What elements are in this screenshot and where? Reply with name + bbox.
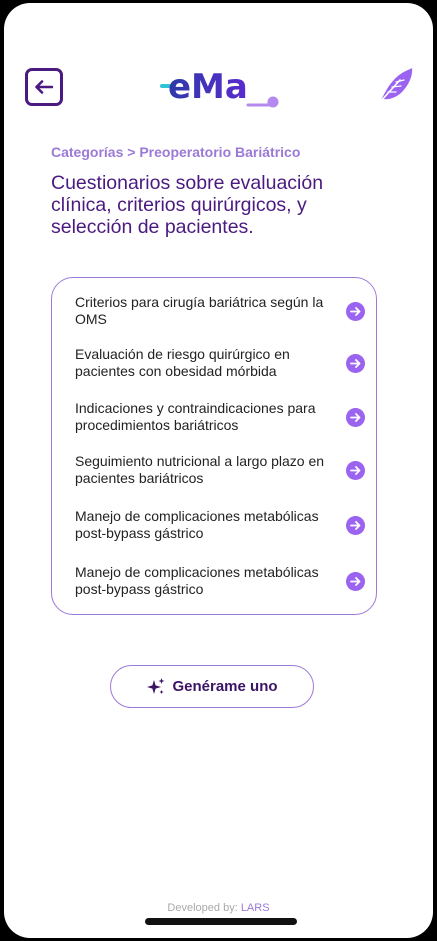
topic-item[interactable]: Evaluación de riesgo quirúrgico en pacie… [75, 343, 365, 383]
page-title: Cuestionarios sobre evaluación clínica, … [51, 172, 324, 238]
generate-button-label: Genérame uno [172, 678, 278, 695]
svg-text:eMa: eMa [168, 67, 248, 107]
back-button[interactable] [25, 68, 63, 106]
feather-icon[interactable] [376, 65, 414, 105]
footer-credit: Developed by: LARS [4, 902, 433, 914]
arrow-right-circle-icon[interactable] [346, 301, 365, 321]
arrow-right-circle-icon[interactable] [346, 571, 365, 591]
breadcrumb: Categorías > Preoperatorio Bariátrico [51, 144, 300, 160]
sparkles-icon [147, 677, 165, 694]
arrow-left-icon [35, 80, 53, 94]
topic-label: Manejo de complicaciones metabólicas pos… [75, 564, 319, 597]
footer-brand[interactable]: LARS [241, 902, 270, 914]
footer-prefix: Developed by: [167, 902, 241, 914]
topic-label: Seguimiento nutricional a largo plazo en… [75, 453, 325, 486]
topic-item[interactable]: Seguimiento nutricional a largo plazo en… [75, 450, 365, 490]
topic-label: Criterios para cirugía bariátrica según … [75, 294, 324, 327]
arrow-right-circle-icon[interactable] [346, 353, 365, 373]
topic-item[interactable]: Indicaciones y contraindicaciones para p… [75, 397, 365, 437]
breadcrumb-current: Preoperatorio Bariátrico [139, 144, 301, 160]
topic-label: Manejo de complicaciones metabólicas pos… [75, 508, 319, 541]
arrow-right-circle-icon[interactable] [346, 515, 365, 535]
app-screen: eMa Categorías > Preoperatorio Bariátric… [4, 3, 433, 938]
topic-list-card: Criterios para cirugía bariátrica según … [51, 277, 377, 615]
topic-item[interactable]: Manejo de complicaciones metabólicas pos… [75, 505, 365, 545]
topic-label: Evaluación de riesgo quirúrgico en pacie… [75, 346, 290, 379]
arrow-right-circle-icon[interactable] [346, 460, 365, 480]
topic-item[interactable]: Manejo de complicaciones metabólicas pos… [75, 561, 365, 601]
home-indicator[interactable] [145, 918, 297, 925]
arrow-right-circle-icon[interactable] [346, 407, 365, 427]
breadcrumb-root[interactable]: Categorías [51, 144, 123, 160]
ema-logo: eMa [160, 67, 279, 108]
generate-button[interactable]: Genérame uno [110, 665, 314, 708]
breadcrumb-separator: > [127, 144, 136, 160]
topic-label: Indicaciones y contraindicaciones para p… [75, 400, 316, 433]
topic-item[interactable]: Criterios para cirugía bariátrica según … [75, 291, 365, 331]
